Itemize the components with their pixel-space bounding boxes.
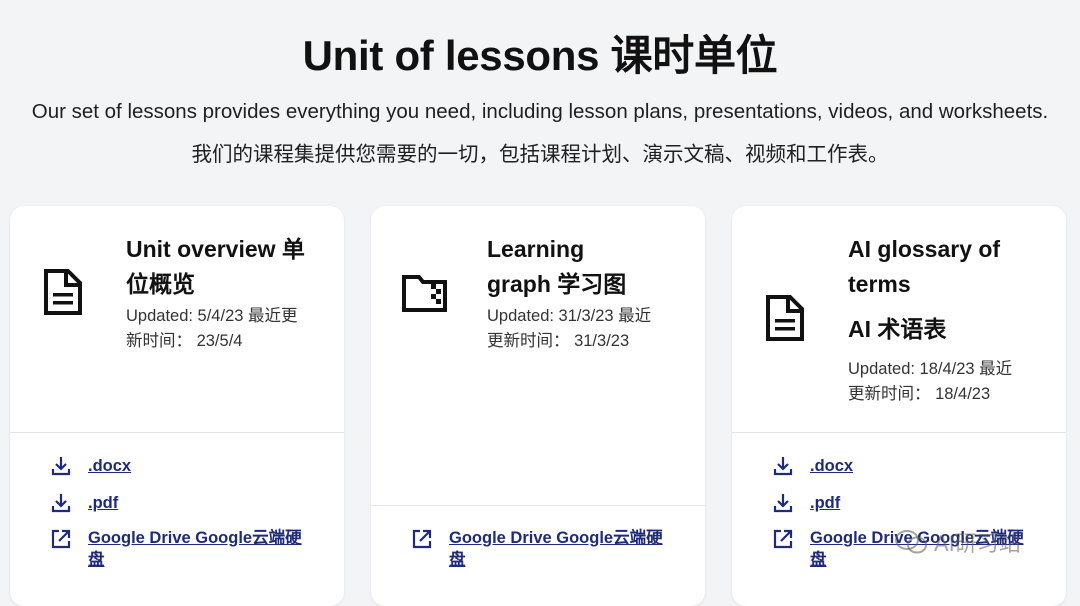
link-label-line2[interactable]: 盘 (810, 551, 827, 569)
link-label[interactable]: .pdf (88, 492, 308, 514)
download-icon (773, 457, 793, 476)
link-label-line1[interactable]: Google Drive Google云端硬 (88, 529, 302, 547)
google-drive-link[interactable]: Google Drive Google云端硬 盘 (411, 527, 701, 571)
updated-date-line2: 更新时间： 18/4/23 (848, 385, 991, 403)
page-title: Unit of lessons 课时单位 (302, 32, 778, 79)
download-docx-link[interactable]: .docx (772, 455, 1062, 477)
card-unit-overview: Unit overview 单 位概览 Updated: 5/4/23 最近更 … (10, 206, 344, 606)
external-link-icon (773, 529, 793, 549)
download-icon (51, 494, 71, 513)
external-link-icon (412, 529, 432, 549)
card-title-line2: 位概览 (126, 271, 195, 297)
link-label[interactable]: .pdf (810, 492, 1030, 514)
link-label-line2[interactable]: 盘 (449, 551, 466, 569)
chat-bubble-icon (895, 530, 927, 554)
link-label-line2[interactable]: 盘 (88, 551, 105, 569)
card-title-line2: graph 学习图 (487, 271, 627, 297)
document-icon (42, 268, 86, 316)
divider (371, 505, 705, 506)
folder-icon (401, 272, 449, 320)
updated-date: Updated: 31/3/23 最近 (487, 307, 652, 325)
updated-date-line2: 更新时间： 31/3/23 (487, 332, 630, 350)
card-learning-graph: Learning graph 学习图 Updated: 31/3/23 最近 更… (371, 206, 705, 606)
link-label[interactable]: .docx (88, 455, 308, 477)
external-link-icon (51, 529, 71, 549)
watermark: AI研习站 (894, 526, 1021, 558)
document-icon (764, 294, 808, 342)
download-pdf-link[interactable]: .pdf (772, 492, 1062, 514)
download-icon (773, 494, 793, 513)
link-label[interactable]: Google Drive Google云端硬 盘 (449, 527, 669, 571)
link-label[interactable]: .docx (810, 455, 1030, 477)
updated-date-line2: 新时间： 23/5/4 (126, 332, 243, 350)
intro-chinese: 我们的课程集提供您需要的一切，包括课程计划、演示文稿、视频和工作表。 (191, 143, 889, 166)
download-docx-link[interactable]: .docx (50, 455, 340, 477)
updated-date: Updated: 18/4/23 最近 (848, 360, 1013, 378)
download-pdf-link[interactable]: .pdf (50, 492, 340, 514)
download-icon (51, 457, 71, 476)
card-title: Learning (487, 236, 585, 262)
divider (732, 432, 1066, 433)
card-title-line3: AI 术语表 (848, 316, 947, 342)
google-drive-link[interactable]: Google Drive Google云端硬 盘 (50, 527, 340, 571)
intro-english: Our set of lessons provides everything y… (31, 100, 1049, 123)
card-title: AI glossary of (848, 236, 1001, 262)
link-label-line1[interactable]: Google Drive Google云端硬 (449, 529, 663, 547)
link-label[interactable]: Google Drive Google云端硬 盘 (88, 527, 308, 571)
card-title: Unit overview 单 (126, 236, 305, 262)
watermark-text: AI研习站 (934, 531, 1021, 556)
card-title-line2: terms (848, 271, 911, 297)
divider (10, 432, 344, 433)
updated-date: Updated: 5/4/23 最近更 (126, 307, 298, 325)
